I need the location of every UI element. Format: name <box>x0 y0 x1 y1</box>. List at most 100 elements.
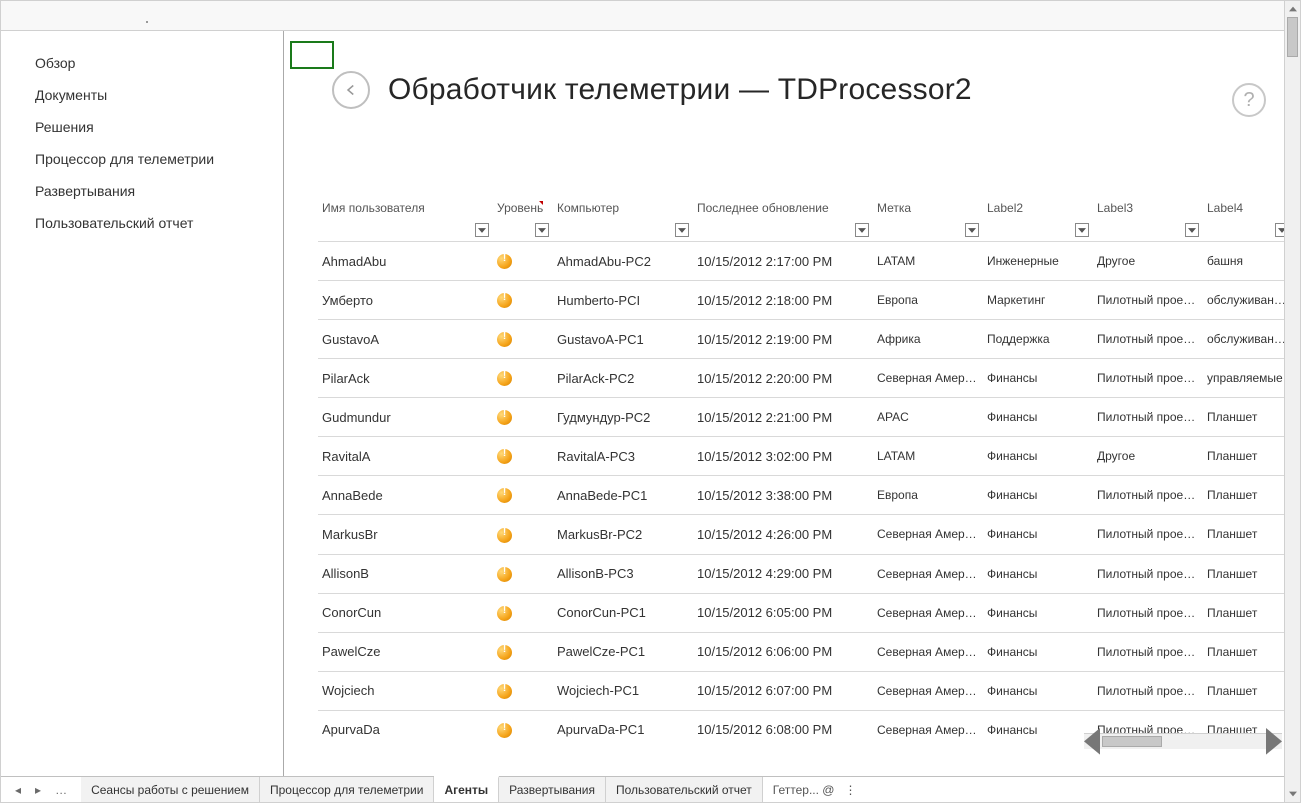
cell-label1: APAC <box>873 398 983 437</box>
cell-level <box>493 632 553 671</box>
table-row[interactable]: ConorCunConorCun-PC110/15/2012 6:05:00 P… <box>318 593 1290 632</box>
table-header-row: Имя пользователя Уровень Компьютер После… <box>318 201 1290 242</box>
cell-computer: ConorCun-PC1 <box>553 593 693 632</box>
sheet-next-button[interactable]: ▸ <box>35 783 41 797</box>
cell-updated: 10/15/2012 2:18:00 PM <box>693 281 873 320</box>
warning-icon <box>497 449 512 464</box>
horizontal-scrollbar[interactable] <box>1084 733 1282 749</box>
cell-label1: Северная Америка <box>873 710 983 749</box>
table-row[interactable]: AnnaBede AnnaBede-PC110/15/2012 3:38:00 P… <box>318 476 1290 515</box>
cell-updated: 10/15/2012 6:05:00 PM <box>693 593 873 632</box>
filter-button[interactable] <box>855 223 869 237</box>
sidebar-item-telemetry-processor[interactable]: Процессор для телеметрии <box>35 151 283 167</box>
cell-label4: управляемые <box>1203 359 1290 398</box>
cell-label4: Планшет <box>1203 398 1290 437</box>
scroll-right-button[interactable] <box>1266 734 1282 749</box>
cell-computer: PawelCze-PC1 <box>553 632 693 671</box>
filter-button[interactable] <box>965 223 979 237</box>
cell-label2: Финансы <box>983 476 1093 515</box>
cell-label2: Финансы <box>983 671 1093 710</box>
active-cell-indicator[interactable] <box>290 41 334 69</box>
cell-label1: Северная Америка <box>873 632 983 671</box>
sidebar-item-documents[interactable]: Документы <box>35 87 283 103</box>
warning-icon <box>497 254 512 269</box>
sheet-prev-button[interactable]: ◂ <box>15 783 21 797</box>
sheet-tab-agents[interactable]: Агенты <box>434 776 499 802</box>
col-label: Label3 <box>1097 201 1197 215</box>
col-header-level: Уровень <box>493 201 553 242</box>
sheet-tab-deployments[interactable]: Развертывания <box>499 777 606 802</box>
warning-icon <box>497 684 512 699</box>
cell-label3: Пилотный проект 1 <box>1093 593 1203 632</box>
cell-computer: AnnaBede-PC1 <box>553 476 693 515</box>
cell-user: Gudmundur <box>318 398 493 437</box>
scroll-thumb[interactable] <box>1102 736 1162 747</box>
sidebar-item-deployments[interactable]: Развертывания <box>35 183 283 199</box>
cell-updated: 10/15/2012 2:20:00 PM <box>693 359 873 398</box>
table-row[interactable]: AhmadAbuAhmadAbu-PC210/15/2012 2:17:00 P… <box>318 242 1290 281</box>
scroll-track[interactable] <box>1285 17 1300 786</box>
table-row[interactable]: PawelCzePawelCze-PC110/15/2012 6:06:00 P… <box>318 632 1290 671</box>
sheet-tab-custom-report[interactable]: Пользовательский отчет <box>606 777 763 802</box>
cell-label2: Финансы <box>983 515 1093 554</box>
scroll-thumb[interactable] <box>1287 17 1298 57</box>
cell-user: AhmadAbu <box>318 242 493 281</box>
filter-button[interactable] <box>675 223 689 237</box>
sheet-overflow-label[interactable]: Геттер... @ <box>773 783 835 797</box>
table-row[interactable]: AllisonBAllisonB-PC310/15/2012 4:29:00 P… <box>318 554 1290 593</box>
cell-updated: 10/15/2012 3:38:00 PM <box>693 476 873 515</box>
filter-button[interactable] <box>1075 223 1089 237</box>
cell-user: GustavoA <box>318 320 493 359</box>
help-button[interactable]: ? <box>1232 83 1266 117</box>
cell-label4: Планшет <box>1203 632 1290 671</box>
window-vertical-scrollbar[interactable] <box>1284 1 1300 802</box>
filter-button[interactable] <box>475 223 489 237</box>
filter-button[interactable] <box>1185 223 1199 237</box>
scroll-left-button[interactable] <box>1084 734 1100 749</box>
cell-updated: 10/15/2012 3:02:00 PM <box>693 437 873 476</box>
table-row[interactable]: УмбертоHumberto-PCI10/15/2012 2:18:00 PM… <box>318 281 1290 320</box>
filter-button[interactable] <box>535 223 549 237</box>
cell-label1: LATAM <box>873 437 983 476</box>
cell-label3: Пилотный проект 1 <box>1093 554 1203 593</box>
cell-computer: ApurvaDa-PC1 <box>553 710 693 749</box>
sidebar-item-overview[interactable]: Обзор <box>35 55 283 71</box>
col-header-label4: Label4 <box>1203 201 1290 242</box>
cell-updated: 10/15/2012 4:29:00 PM <box>693 554 873 593</box>
scroll-track[interactable] <box>1100 734 1266 749</box>
sheet-extra-controls: Геттер... @ ⋮ <box>763 777 867 802</box>
cell-level <box>493 515 553 554</box>
scroll-down-button[interactable] <box>1285 786 1300 802</box>
cell-label3: Пилотный проект 1 <box>1093 671 1203 710</box>
cell-label1: Европа <box>873 476 983 515</box>
cell-label2: Финансы <box>983 398 1093 437</box>
cell-label1: LATAM <box>873 242 983 281</box>
cell-label4: обслуживание <box>1203 281 1290 320</box>
cell-label1: Северная Америка <box>873 671 983 710</box>
cell-level <box>493 671 553 710</box>
table-row[interactable]: GudmundurГудмундур-PC210/15/2012 2:21:00… <box>318 398 1290 437</box>
cell-level <box>493 398 553 437</box>
cell-user: PawelCze <box>318 632 493 671</box>
cell-level <box>493 242 553 281</box>
scroll-up-button[interactable] <box>1285 1 1300 17</box>
table-row[interactable]: PilarAckPilarAck-PC210/15/2012 2:20:00 P… <box>318 359 1290 398</box>
sidebar-item-custom-report[interactable]: Пользовательский отчет <box>35 215 283 231</box>
sidebar-item-solutions[interactable]: Решения <box>35 119 283 135</box>
sheet-more-button[interactable]: … <box>55 783 67 797</box>
sheet-tab-bar: ◂ ▸ … Сеансы работы с решением Процессор… <box>1 776 1300 802</box>
table-row[interactable]: WojciechWojciech-PC110/15/2012 6:07:00 P… <box>318 671 1290 710</box>
sheet-tab-telemetry-processor[interactable]: Процессор для телеметрии <box>260 777 434 802</box>
back-button[interactable] <box>332 71 370 109</box>
col-header-label1: Метка <box>873 201 983 242</box>
cell-label4: Планшет <box>1203 671 1290 710</box>
cell-user: AnnaBede <box>318 476 493 515</box>
table-row[interactable]: MarkusBrMarkusBr-PC210/15/2012 4:26:00 P… <box>318 515 1290 554</box>
table-row[interactable]: GustavoAGustavoA-PC110/15/2012 2:19:00 P… <box>318 320 1290 359</box>
sheet-tab-sessions[interactable]: Сеансы работы с решением <box>81 777 260 802</box>
sheet-options-icon[interactable]: ⋮ <box>845 783 857 797</box>
table-row[interactable]: RavitalARavitalA-PC310/15/2012 3:02:00 P… <box>318 437 1290 476</box>
cell-label2: Финансы <box>983 359 1093 398</box>
cell-label1: Северная Америка <box>873 515 983 554</box>
cell-label2: Маркетинг <box>983 281 1093 320</box>
